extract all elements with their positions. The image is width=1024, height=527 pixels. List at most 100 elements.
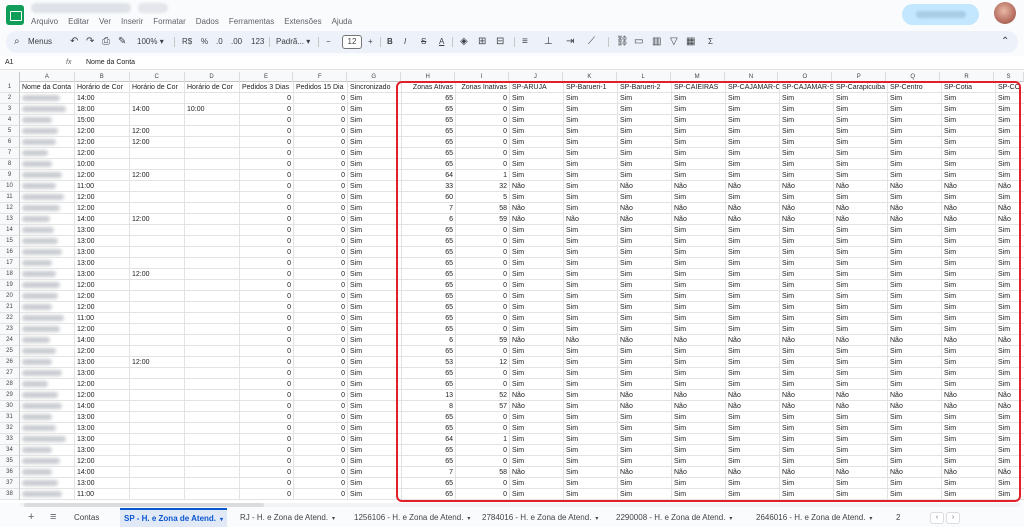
account-name-cell[interactable] bbox=[20, 368, 75, 379]
active-zones-cell[interactable]: 65 bbox=[402, 313, 456, 324]
inactive-zones-cell[interactable]: 0 bbox=[456, 324, 510, 335]
cutoff-time-cell[interactable]: 12:00 bbox=[75, 280, 130, 291]
orders-3-days-cell[interactable]: 0 bbox=[240, 181, 294, 192]
column-header-j[interactable]: J bbox=[509, 72, 563, 82]
zone-status-cell[interactable]: Não bbox=[834, 214, 888, 225]
zone-status-cell[interactable]: Sim bbox=[564, 126, 618, 137]
header-cell[interactable]: Pedidos 15 Dia bbox=[294, 82, 348, 93]
cutoff-time-cell[interactable]: 12:00 bbox=[75, 390, 130, 401]
zone-status-cell[interactable]: Não bbox=[726, 401, 780, 412]
orders-15-days-cell[interactable]: 0 bbox=[294, 368, 348, 379]
zone-status-cell[interactable]: Sim bbox=[618, 104, 672, 115]
zone-status-cell[interactable]: Sim bbox=[726, 247, 780, 258]
insert-comment-icon[interactable]: ▭ bbox=[634, 31, 643, 53]
zone-status-cell[interactable]: Não bbox=[618, 467, 672, 478]
zone-status-cell[interactable]: Sim bbox=[888, 412, 942, 423]
account-name-cell[interactable] bbox=[20, 214, 75, 225]
orders-15-days-cell[interactable]: 0 bbox=[294, 126, 348, 137]
zone-status-cell[interactable]: Não bbox=[510, 335, 564, 346]
zone-status-cell[interactable]: Sim bbox=[942, 434, 996, 445]
orders-15-days-cell[interactable]: 0 bbox=[294, 291, 348, 302]
zone-status-cell[interactable]: Sim bbox=[618, 478, 672, 489]
undo-icon[interactable]: ↶ bbox=[70, 31, 78, 53]
zone-status-cell[interactable]: Sim bbox=[780, 434, 834, 445]
column-header-l[interactable]: L bbox=[617, 72, 671, 82]
zone-status-cell[interactable]: Sim bbox=[510, 489, 564, 500]
zone-status-cell[interactable]: Não bbox=[888, 214, 942, 225]
redo-icon[interactable]: ↷ bbox=[86, 31, 94, 53]
row-header[interactable]: 4 bbox=[0, 115, 20, 126]
active-zones-cell[interactable]: 65 bbox=[402, 445, 456, 456]
zone-status-cell[interactable]: Sim bbox=[942, 324, 996, 335]
active-zones-cell[interactable]: 65 bbox=[402, 324, 456, 335]
active-zones-cell[interactable]: 65 bbox=[402, 93, 456, 104]
zone-status-cell[interactable]: Sim bbox=[672, 159, 726, 170]
zone-status-cell[interactable]: Sim bbox=[672, 148, 726, 159]
zone-status-cell[interactable]: Sim bbox=[618, 159, 672, 170]
inactive-zones-cell[interactable]: 0 bbox=[456, 302, 510, 313]
zone-status-cell[interactable]: Sim bbox=[780, 247, 834, 258]
zone-status-cell[interactable]: Sim bbox=[780, 313, 834, 324]
cutoff-time-cell[interactable]: 13:00 bbox=[75, 269, 130, 280]
synced-cell[interactable]: Sim bbox=[348, 159, 402, 170]
account-name-cell[interactable] bbox=[20, 390, 75, 401]
zone-status-cell[interactable]: Sim bbox=[564, 467, 618, 478]
account-name-cell[interactable] bbox=[20, 335, 75, 346]
zone-status-cell[interactable]: Sim bbox=[564, 203, 618, 214]
synced-cell[interactable]: Sim bbox=[348, 412, 402, 423]
zone-status-cell[interactable]: Sim bbox=[510, 280, 564, 291]
zone-status-cell[interactable]: Sim bbox=[672, 291, 726, 302]
zone-status-cell[interactable]: Sim bbox=[726, 346, 780, 357]
zone-status-cell[interactable]: Sim bbox=[726, 93, 780, 104]
synced-cell[interactable]: Sim bbox=[348, 214, 402, 225]
insert-link-icon[interactable]: ⛓ bbox=[616, 31, 629, 53]
zone-status-cell[interactable]: Sim bbox=[996, 445, 1024, 456]
row-header[interactable]: 6 bbox=[0, 137, 20, 148]
zone-status-cell[interactable]: Sim bbox=[510, 456, 564, 467]
header-cell[interactable]: SP-CAJAMAR-C bbox=[726, 82, 780, 93]
zone-status-cell[interactable]: Sim bbox=[564, 445, 618, 456]
italic-button[interactable]: I bbox=[404, 31, 406, 53]
zone-status-cell[interactable]: Não bbox=[618, 401, 672, 412]
cutoff-time-cell[interactable] bbox=[130, 324, 185, 335]
zone-status-cell[interactable]: Não bbox=[888, 335, 942, 346]
document-title[interactable] bbox=[31, 3, 131, 13]
zone-status-cell[interactable]: Sim bbox=[780, 280, 834, 291]
zone-status-cell[interactable]: Sim bbox=[672, 126, 726, 137]
cutoff-time-cell[interactable] bbox=[185, 379, 240, 390]
cutoff-time-cell[interactable] bbox=[185, 192, 240, 203]
active-zones-cell[interactable]: 65 bbox=[402, 412, 456, 423]
cutoff-time-cell[interactable]: 13:00 bbox=[75, 478, 130, 489]
orders-3-days-cell[interactable]: 0 bbox=[240, 467, 294, 478]
font-select[interactable]: Padrã... ▾ bbox=[276, 31, 310, 53]
menu-item-inserir[interactable]: Inserir bbox=[121, 16, 143, 28]
orders-3-days-cell[interactable]: 0 bbox=[240, 379, 294, 390]
zone-status-cell[interactable]: Sim bbox=[618, 379, 672, 390]
zone-status-cell[interactable]: Sim bbox=[996, 434, 1024, 445]
inactive-zones-cell[interactable]: 1 bbox=[456, 170, 510, 181]
zone-status-cell[interactable]: Não bbox=[726, 181, 780, 192]
zone-status-cell[interactable]: Sim bbox=[780, 104, 834, 115]
cutoff-time-cell[interactable] bbox=[185, 137, 240, 148]
zone-status-cell[interactable]: Não bbox=[780, 390, 834, 401]
synced-cell[interactable]: Sim bbox=[348, 137, 402, 148]
zone-status-cell[interactable]: Sim bbox=[726, 445, 780, 456]
zone-status-cell[interactable]: Não bbox=[996, 390, 1024, 401]
cutoff-time-cell[interactable]: 15:00 bbox=[75, 115, 130, 126]
cutoff-time-cell[interactable] bbox=[130, 423, 185, 434]
zone-status-cell[interactable]: Sim bbox=[996, 489, 1024, 500]
functions-button[interactable]: Σ bbox=[708, 31, 713, 53]
zone-status-cell[interactable]: Sim bbox=[510, 346, 564, 357]
zone-status-cell[interactable]: Sim bbox=[834, 137, 888, 148]
zone-status-cell[interactable]: Sim bbox=[780, 269, 834, 280]
active-zones-cell[interactable]: 65 bbox=[402, 148, 456, 159]
active-zones-cell[interactable]: 65 bbox=[402, 269, 456, 280]
zone-status-cell[interactable]: Sim bbox=[618, 291, 672, 302]
zone-status-cell[interactable]: Sim bbox=[834, 159, 888, 170]
menu-item-ajuda[interactable]: Ajuda bbox=[332, 16, 352, 28]
zone-status-cell[interactable]: Sim bbox=[996, 368, 1024, 379]
zone-status-cell[interactable]: Sim bbox=[672, 412, 726, 423]
zone-status-cell[interactable]: Não bbox=[780, 401, 834, 412]
zone-status-cell[interactable]: Sim bbox=[996, 247, 1024, 258]
inactive-zones-cell[interactable]: 0 bbox=[456, 115, 510, 126]
